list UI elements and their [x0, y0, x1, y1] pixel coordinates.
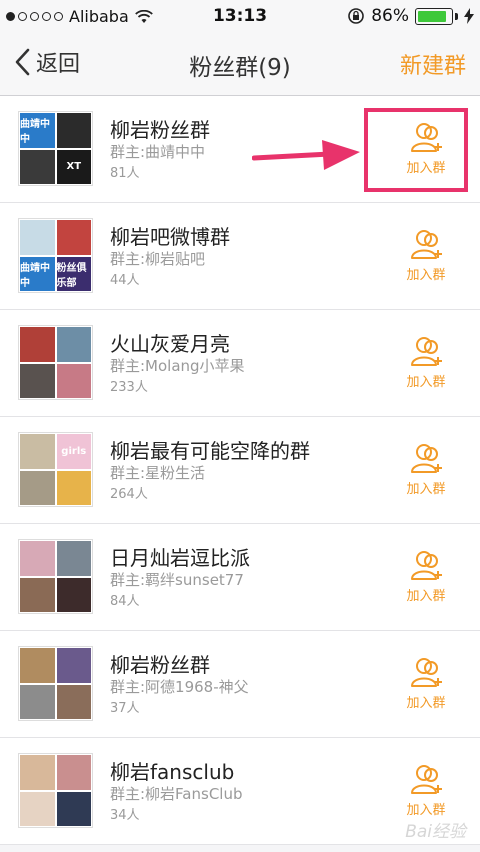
join-group-button[interactable]: 加入群 [398, 656, 454, 711]
join-group-label: 加入群 [406, 696, 446, 711]
avatar-tile [20, 577, 55, 612]
join-group-button[interactable]: 加入群 [398, 228, 454, 283]
group-avatar: 曲靖中中 粉丝俱乐部 [18, 218, 93, 293]
join-group-label: 加入群 [406, 268, 446, 283]
avatar-tile [20, 791, 55, 826]
avatar-tile: 曲靖中中 [20, 256, 55, 291]
group-avatar [18, 646, 93, 721]
avatar-tile [56, 755, 91, 790]
join-group-button[interactable]: 加入群 [398, 763, 454, 818]
group-member-count: 34人 [110, 808, 140, 823]
group-list: 曲靖中中 XT 柳岩粉丝群 群主:曲靖中中 81人 加入群 曲靖中中 粉丝俱乐部 柳… [0, 96, 480, 845]
group-member-count: 233人 [110, 380, 148, 395]
group-name: 柳岩吧微博群 [110, 225, 230, 249]
add-user-icon [411, 765, 442, 794]
group-avatar [18, 325, 93, 400]
avatar-tile [56, 113, 91, 148]
avatar-tile [56, 541, 91, 576]
group-name: 火山灰爱月亮 [110, 332, 230, 356]
status-bar: Alibaba 13:13 86% [0, 0, 480, 34]
avatar-tile [20, 648, 55, 683]
avatar-tile [20, 684, 55, 719]
avatar-tile [56, 327, 91, 362]
add-user-icon [411, 551, 442, 580]
group-name: 柳岩fansclub [110, 760, 235, 784]
group-avatar: girls [18, 432, 93, 507]
group-row[interactable]: 日月灿岩逗比派 群主:羁绊sunset77 84人 加入群 [0, 524, 480, 631]
avatar-tile [56, 220, 91, 255]
battery-icon [415, 7, 453, 25]
group-member-count: 37人 [110, 701, 140, 716]
avatar-tile [20, 541, 55, 576]
group-member-count: 264人 [110, 487, 148, 502]
group-name: 日月灿岩逗比派 [110, 546, 250, 570]
group-name: 柳岩粉丝群 [110, 118, 210, 142]
avatar-tile [20, 470, 55, 505]
avatar-tile: 粉丝俱乐部 [56, 256, 91, 291]
avatar-tile: 曲靖中中 [20, 113, 55, 148]
avatar-tile [56, 791, 91, 826]
navigation-bar: 返回 粉丝群(9) 新建群 [0, 34, 480, 96]
group-owner: 群主:Molang小苹果 [110, 357, 245, 375]
annotation-arrow-icon [252, 140, 360, 170]
group-row[interactable]: girls 柳岩最有可能空降的群 群主:星粉生活 264人 加入群 [0, 417, 480, 524]
avatar-tile [20, 755, 55, 790]
rotation-lock-icon [348, 8, 365, 24]
annotation-highlight-box [364, 108, 468, 192]
group-member-count: 81人 [110, 166, 140, 181]
charging-icon [464, 8, 474, 24]
join-group-label: 加入群 [406, 482, 446, 497]
join-group-button[interactable]: 加入群 [398, 549, 454, 604]
add-user-icon [411, 230, 442, 259]
avatar-tile [20, 363, 55, 398]
group-member-count: 84人 [110, 594, 140, 609]
group-avatar [18, 539, 93, 614]
join-group-label: 加入群 [406, 375, 446, 390]
avatar-tile [20, 327, 55, 362]
battery-percent: 86% [371, 6, 409, 26]
avatar-tile [20, 149, 55, 184]
avatar-tile [56, 648, 91, 683]
join-group-button[interactable]: 加入群 [398, 335, 454, 390]
add-user-icon [411, 658, 442, 687]
group-owner: 群主:阿德1968-神父 [110, 678, 249, 696]
group-row[interactable]: 曲靖中中 粉丝俱乐部 柳岩吧微博群 群主:柳岩贴吧 44人 加入群 [0, 203, 480, 310]
avatar-tile: XT [56, 149, 91, 184]
group-row[interactable]: 火山灰爱月亮 群主:Molang小苹果 233人 加入群 [0, 310, 480, 417]
group-owner: 群主:曲靖中中 [110, 143, 206, 161]
group-name: 柳岩最有可能空降的群 [110, 439, 310, 463]
join-group-label: 加入群 [406, 589, 446, 604]
group-avatar [18, 753, 93, 828]
group-row[interactable]: 柳岩粉丝群 群主:阿德1968-神父 37人 加入群 [0, 631, 480, 738]
group-owner: 群主:羁绊sunset77 [110, 571, 244, 589]
join-group-button[interactable]: 加入群 [398, 442, 454, 497]
add-user-icon [411, 444, 442, 473]
join-group-label: 加入群 [406, 803, 446, 818]
avatar-tile [56, 684, 91, 719]
avatar-tile [56, 470, 91, 505]
avatar-tile [56, 577, 91, 612]
watermark: Bai经验 [405, 822, 466, 842]
group-name: 柳岩粉丝群 [110, 653, 210, 677]
group-avatar: 曲靖中中 XT [18, 111, 93, 186]
avatar-tile [56, 363, 91, 398]
new-group-button[interactable]: 新建群 [400, 48, 466, 80]
avatar-tile [20, 434, 55, 469]
group-owner: 群主:星粉生活 [110, 464, 206, 482]
avatar-tile [20, 220, 55, 255]
add-user-icon [411, 337, 442, 366]
avatar-tile: girls [56, 434, 91, 469]
status-bar-right: 86% [347, 6, 474, 26]
battery-tip [455, 12, 458, 20]
group-member-count: 44人 [110, 273, 140, 288]
group-owner: 群主:柳岩FansClub [110, 785, 243, 803]
group-owner: 群主:柳岩贴吧 [110, 250, 206, 268]
